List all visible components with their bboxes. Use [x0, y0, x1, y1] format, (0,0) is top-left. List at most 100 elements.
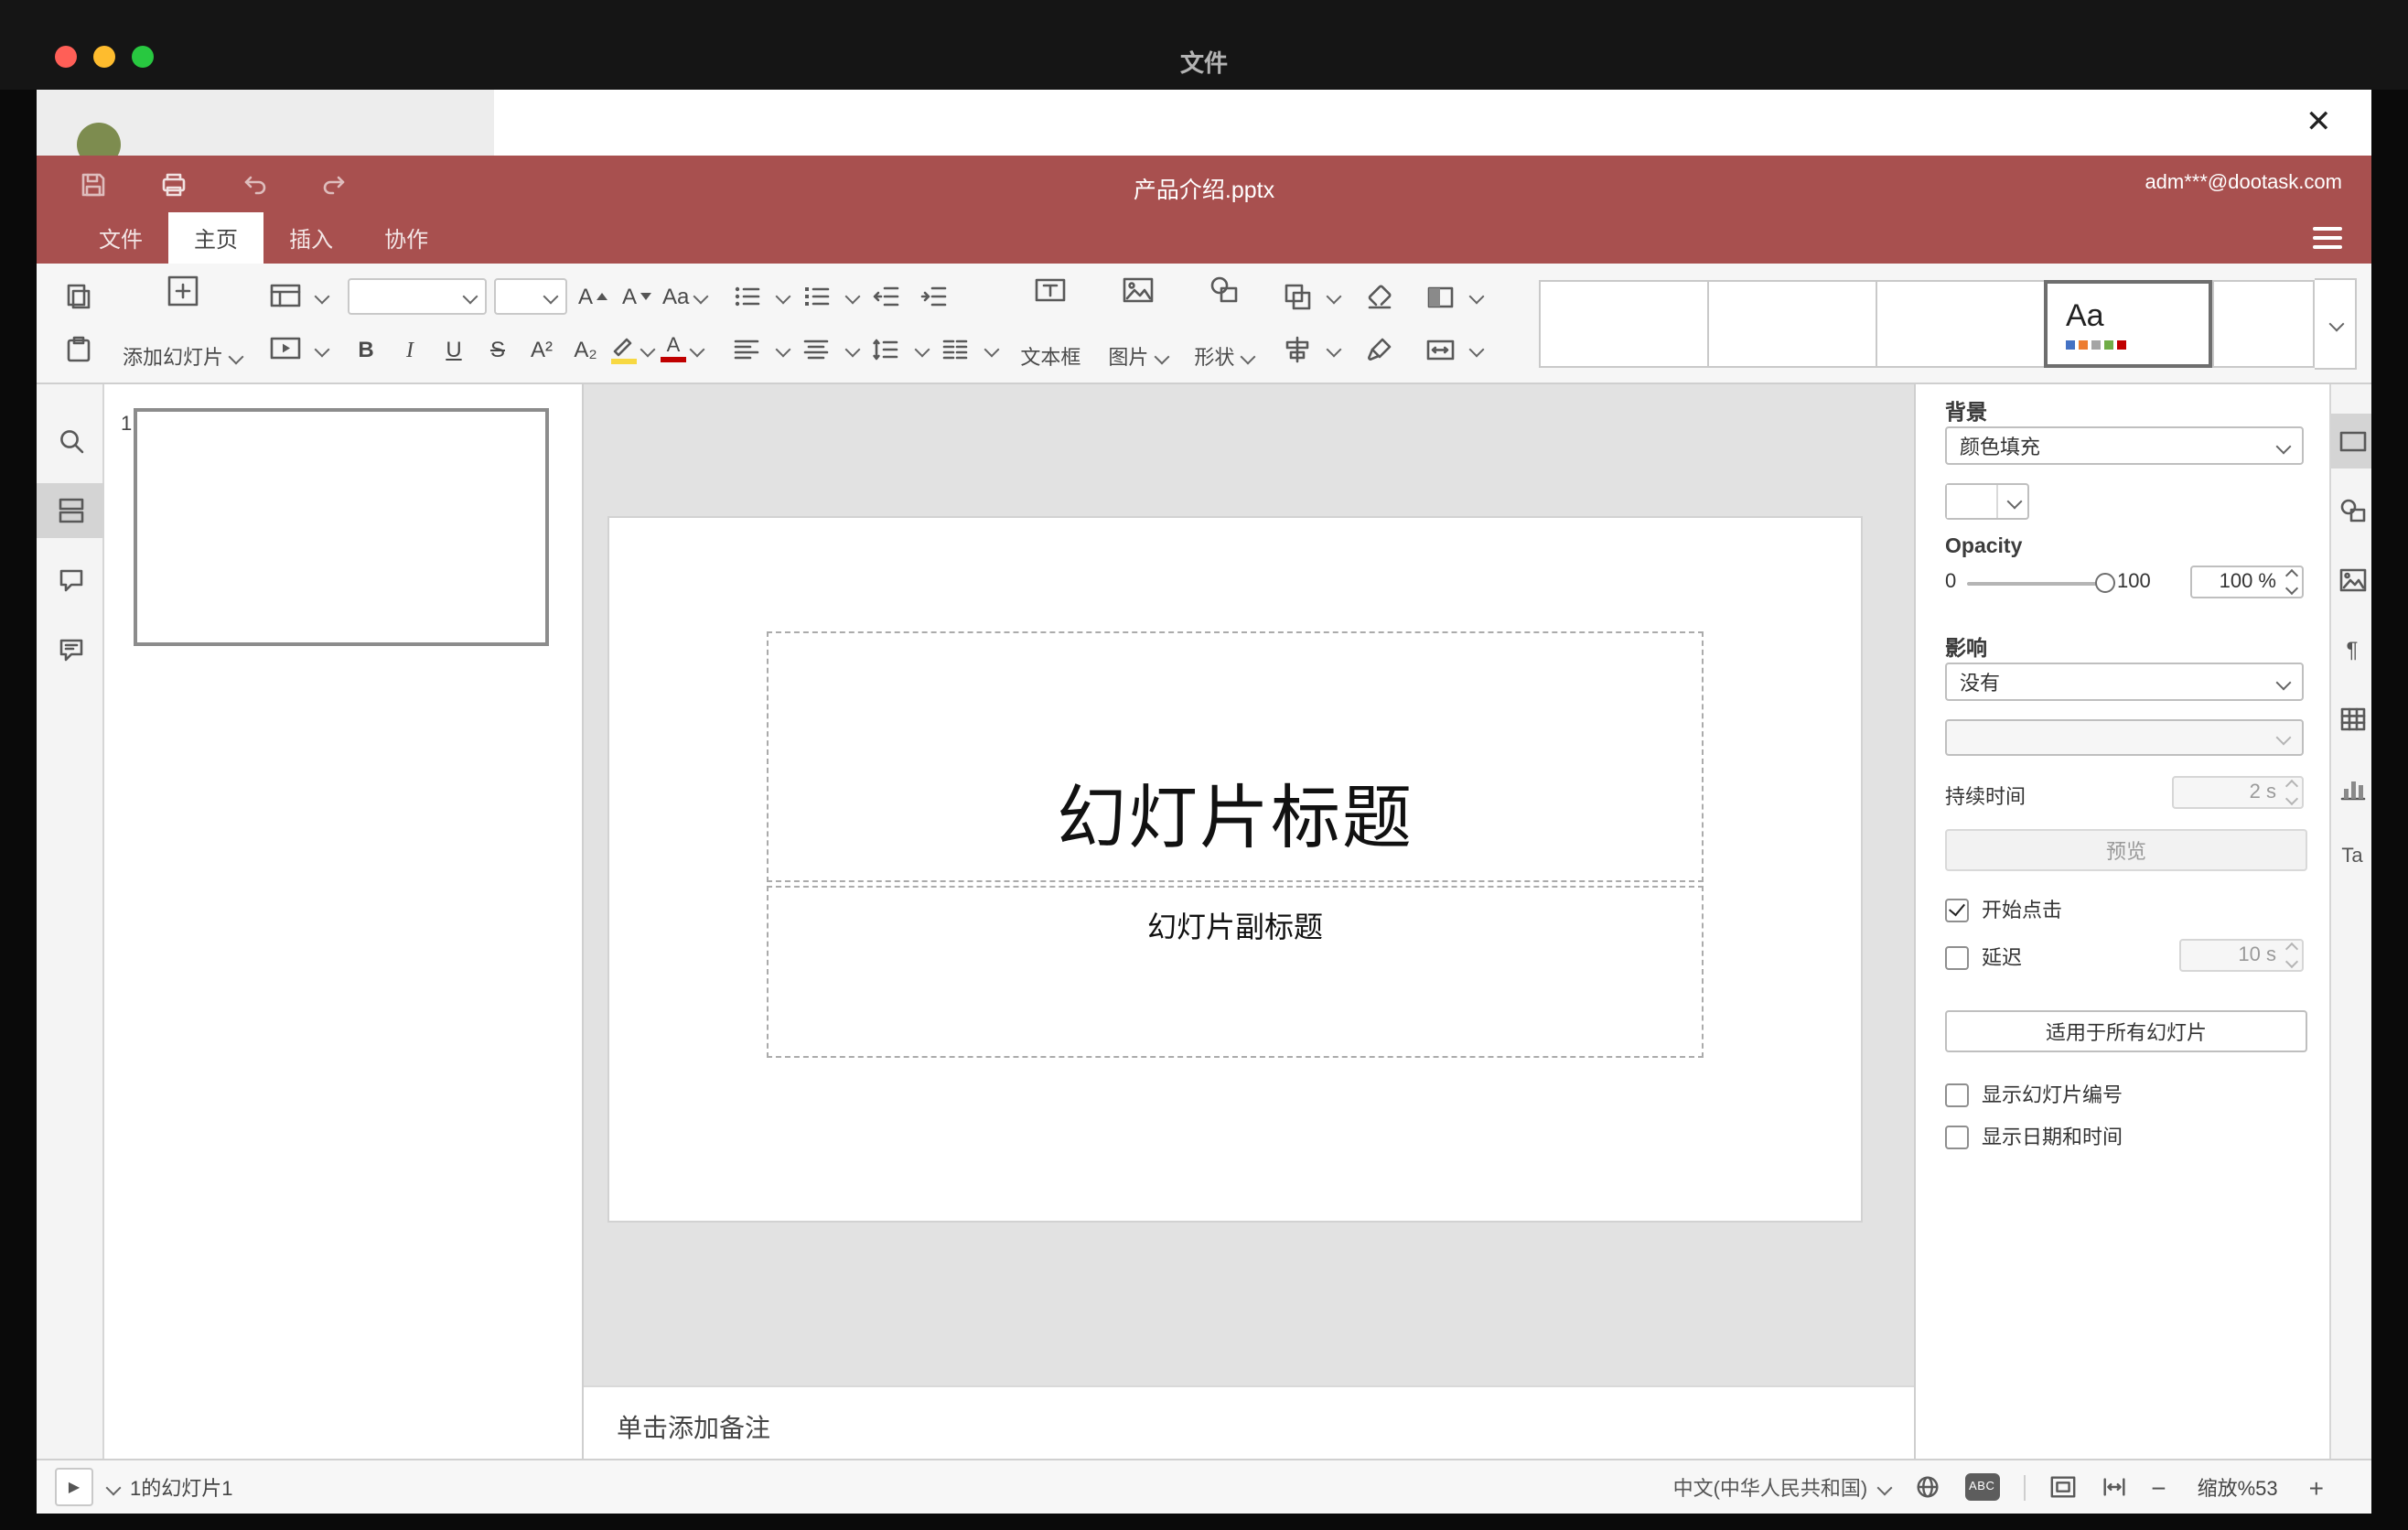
notes-area[interactable]: 单击添加备注 [584, 1385, 1914, 1459]
tab-collaboration[interactable]: 协作 [359, 212, 454, 264]
strikethrough-button[interactable]: S [479, 329, 516, 370]
insert-shape-button[interactable]: 形状 [1190, 273, 1256, 373]
start-on-click-checkbox-row[interactable]: 开始点击 [1945, 895, 2062, 924]
chevron-down-icon[interactable] [844, 288, 860, 305]
effect-type-select[interactable] [1945, 719, 2304, 756]
theme-option[interactable] [1707, 279, 1876, 367]
color-scheme-icon[interactable] [1419, 276, 1459, 317]
bullets-icon[interactable] [726, 276, 766, 317]
chevron-down-icon[interactable] [314, 288, 330, 305]
chevron-down-icon[interactable] [774, 341, 790, 358]
undo-icon[interactable] [238, 167, 271, 200]
slide-subtitle-placeholder[interactable]: 幻灯片副标题 [767, 886, 1704, 1058]
vertical-align-icon[interactable] [795, 329, 835, 370]
show-date-row[interactable]: 显示日期和时间 [1945, 1122, 2123, 1151]
textart-settings-icon[interactable]: Ta [2331, 829, 2371, 884]
chevron-down-icon[interactable] [1325, 288, 1341, 305]
font-color-icon[interactable]: A [661, 329, 705, 370]
shape-settings-icon[interactable] [2331, 483, 2371, 538]
superscript-button[interactable]: A² [523, 329, 560, 370]
insert-textbox-button[interactable]: 文本框 [1016, 273, 1084, 373]
language-selector[interactable]: 中文(中华人民共和国) [1673, 1472, 1892, 1502]
zoom-out-button[interactable]: − [2151, 1472, 2166, 1502]
background-color-swatch[interactable] [1945, 483, 2029, 520]
chevron-down-icon[interactable] [983, 341, 999, 358]
effect-select[interactable]: 没有 [1945, 663, 2304, 701]
chart-settings-icon[interactable] [2331, 761, 2371, 816]
delay-checkbox[interactable] [1945, 945, 1969, 969]
start-slideshow-icon[interactable] [265, 329, 306, 370]
fit-width-icon[interactable] [2100, 1473, 2127, 1501]
chevron-down-icon[interactable] [1467, 341, 1484, 358]
show-date-checkbox[interactable] [1945, 1125, 1969, 1148]
columns-icon[interactable] [934, 329, 974, 370]
zoom-in-button[interactable]: + [2309, 1472, 2324, 1502]
image-settings-icon[interactable] [2331, 553, 2371, 608]
slides-panel-icon[interactable] [37, 483, 104, 538]
underline-button[interactable]: U [435, 329, 472, 370]
slide-settings-icon[interactable] [2331, 414, 2371, 469]
increase-indent-icon[interactable] [912, 276, 952, 317]
theme-option-selected[interactable]: Aa [2044, 279, 2212, 367]
copy-icon[interactable] [59, 276, 99, 317]
tab-file[interactable]: 文件 [73, 212, 168, 264]
delay-checkbox-row[interactable]: 延迟 [1945, 943, 2022, 972]
horizontal-align-icon[interactable] [726, 329, 766, 370]
globe-icon[interactable] [1913, 1473, 1940, 1501]
highlight-color-icon[interactable] [611, 329, 656, 370]
save-icon[interactable] [77, 167, 110, 200]
increase-font-icon[interactable]: A [575, 276, 611, 317]
opacity-slider-knob[interactable] [2095, 573, 2115, 593]
close-icon[interactable]: ✕ [2295, 99, 2342, 146]
table-settings-icon[interactable] [2331, 692, 2371, 747]
search-icon[interactable] [37, 414, 104, 469]
chevron-down-icon[interactable] [774, 288, 790, 305]
arrange-shapes-icon[interactable] [1276, 276, 1317, 317]
menu-hamburger-icon[interactable] [2313, 227, 2342, 249]
copy-style-icon[interactable] [1359, 329, 1399, 370]
preview-button[interactable]: 预览 [1945, 829, 2307, 871]
theme-option[interactable] [2212, 279, 2315, 367]
redo-icon[interactable] [318, 167, 351, 200]
chevron-down-icon[interactable] [105, 1479, 122, 1495]
comments-icon[interactable] [37, 553, 104, 608]
line-spacing-icon[interactable] [865, 329, 905, 370]
theme-option[interactable] [1876, 279, 2044, 367]
bold-button[interactable]: B [348, 329, 384, 370]
slide-title-placeholder[interactable]: 幻灯片标题 [767, 631, 1704, 882]
spellcheck-icon[interactable]: ABC [1964, 1473, 2000, 1501]
change-case-icon[interactable]: Aa [662, 276, 708, 317]
slide-thumbnail[interactable] [134, 408, 549, 646]
delay-field[interactable]: 10 s [2179, 939, 2304, 972]
chevron-down-icon[interactable] [913, 341, 930, 358]
feedback-chat-icon[interactable] [37, 622, 104, 677]
chevron-down-icon[interactable] [1467, 288, 1484, 305]
show-slide-number-checkbox[interactable] [1945, 1083, 1969, 1106]
tab-insert[interactable]: 插入 [263, 212, 359, 264]
background-fill-select[interactable]: 颜色填充 [1945, 426, 2304, 465]
decrease-indent-icon[interactable] [865, 276, 905, 317]
chevron-down-icon[interactable] [844, 341, 860, 358]
print-icon[interactable] [157, 167, 190, 200]
fit-slide-icon[interactable] [2048, 1473, 2076, 1501]
show-slide-number-row[interactable]: 显示幻灯片编号 [1945, 1080, 2123, 1109]
paste-icon[interactable] [59, 329, 99, 370]
clear-style-icon[interactable] [1359, 276, 1399, 317]
spinner-arrows-icon[interactable] [2284, 568, 2299, 596]
start-on-click-checkbox[interactable] [1945, 898, 1969, 921]
align-shapes-icon[interactable] [1276, 329, 1317, 370]
decrease-font-icon[interactable]: A [618, 276, 655, 317]
slide[interactable]: 幻灯片标题 幻灯片副标题 [609, 518, 1861, 1221]
chevron-down-icon[interactable] [1325, 341, 1341, 358]
start-slideshow-statusbar-button[interactable]: ▶ [55, 1468, 93, 1506]
opacity-slider-track[interactable] [1967, 573, 2115, 593]
add-slide-button[interactable]: 添加幻灯片 [119, 273, 245, 373]
numbering-icon[interactable] [795, 276, 835, 317]
tab-home[interactable]: 主页 [168, 212, 264, 264]
font-size-combo[interactable] [494, 278, 567, 315]
apply-to-all-slides-button[interactable]: 适用于所有幻灯片 [1945, 1010, 2307, 1052]
font-name-combo[interactable] [348, 278, 487, 315]
theme-gallery-expand-button[interactable] [2315, 277, 2357, 369]
subscript-button[interactable]: A₂ [567, 329, 604, 370]
slide-layout-icon[interactable] [265, 276, 306, 317]
